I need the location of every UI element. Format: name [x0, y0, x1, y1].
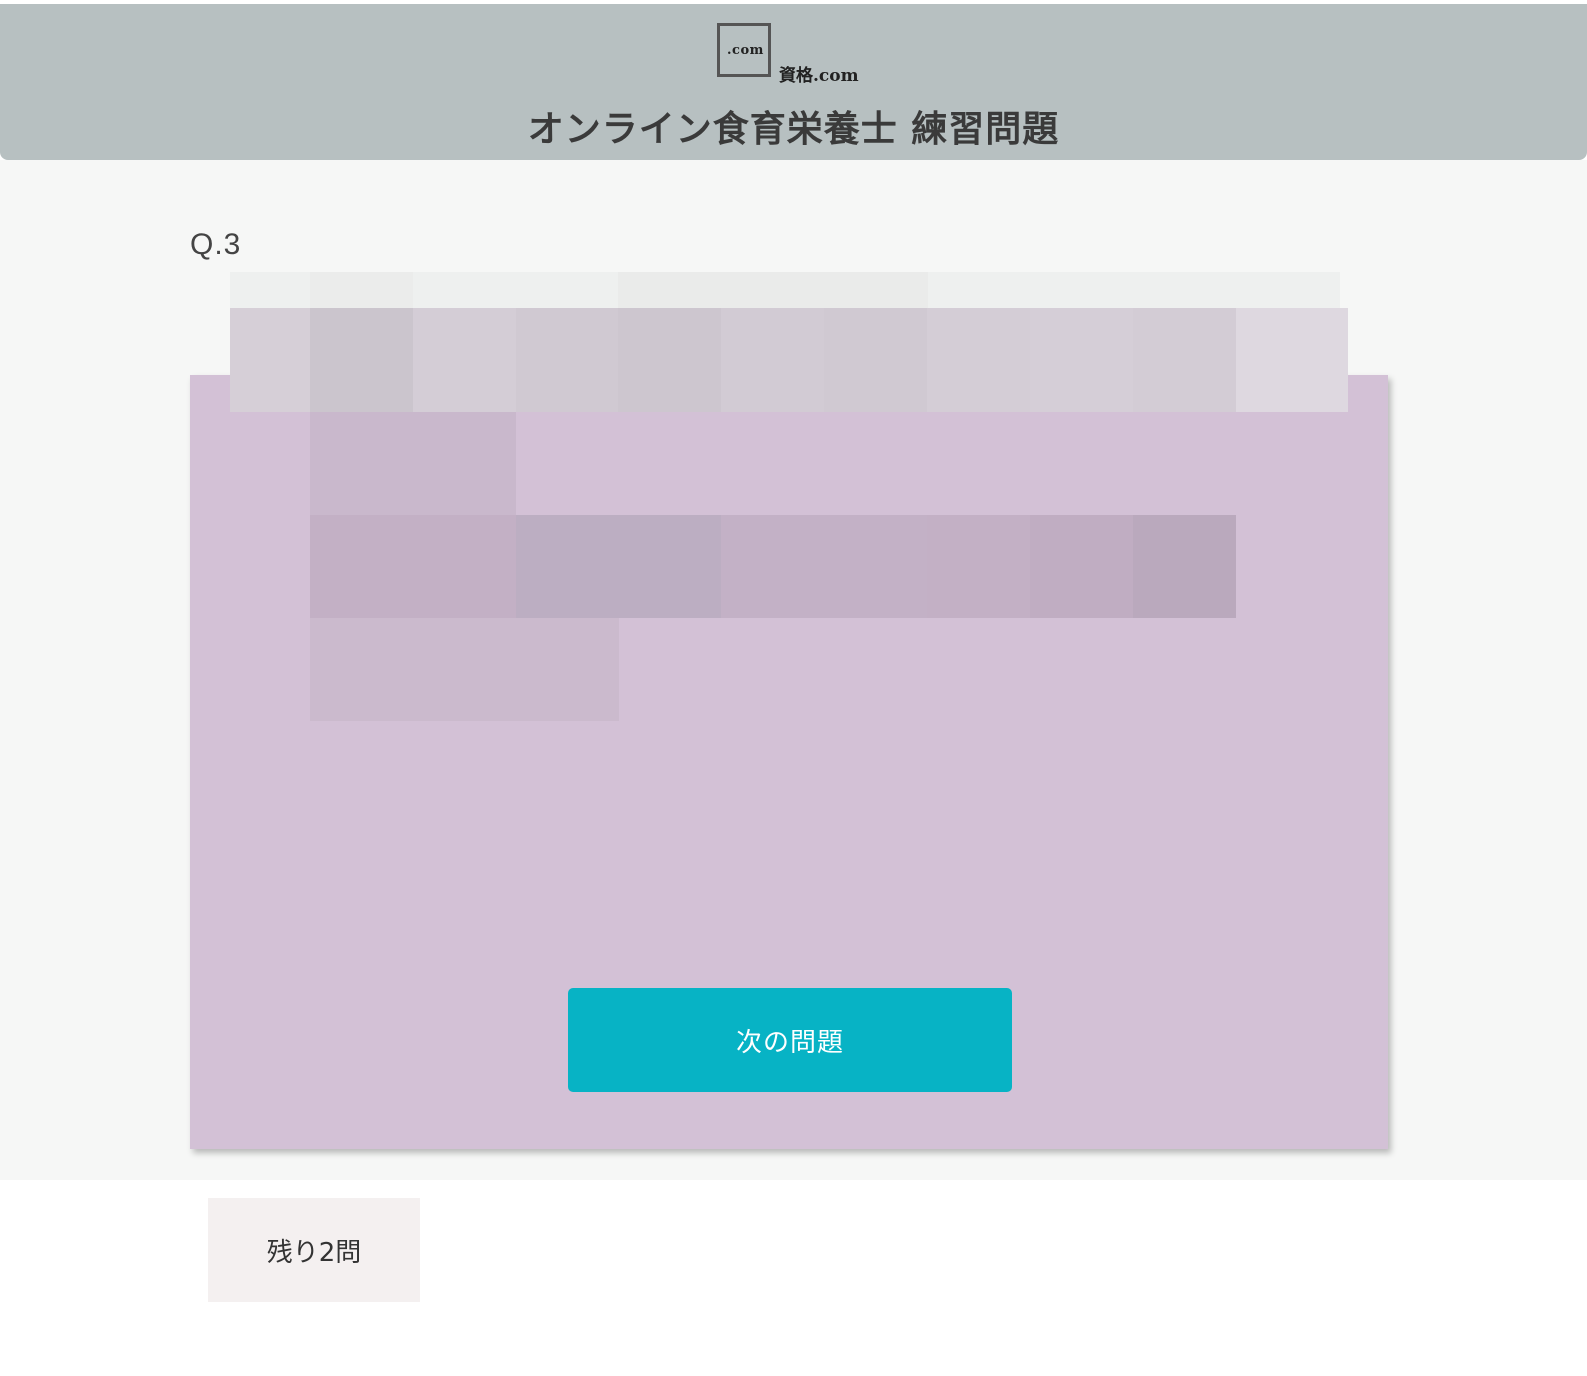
site-header: .com 資格.com オンライン食育栄養士 練習問題	[0, 4, 1587, 160]
mosaic-block	[721, 515, 927, 618]
remaining-count-label: 残り2問	[266, 1237, 362, 1268]
top-border	[0, 0, 1587, 3]
question-number: Q.3	[190, 228, 242, 261]
mosaic-block	[618, 272, 928, 308]
mosaic-block	[310, 412, 516, 515]
mosaic-block	[516, 308, 619, 412]
question-card: 次の問題	[190, 272, 1388, 1149]
mosaic-block	[1133, 515, 1236, 618]
site-logo[interactable]: .com 資格.com	[717, 23, 867, 87]
mosaic-block	[413, 308, 516, 412]
remaining-count-badge: 残り2問	[208, 1198, 420, 1302]
mosaic-block	[721, 308, 824, 412]
mosaic-block	[1030, 308, 1133, 412]
mosaic-block	[310, 618, 619, 721]
mosaic-block	[1030, 515, 1133, 618]
mosaic-block	[1236, 308, 1348, 412]
mosaic-block	[310, 272, 413, 308]
mosaic-block	[516, 515, 721, 618]
page-title: オンライン食育栄養士 練習問題	[527, 109, 1060, 150]
next-question-button[interactable]: 次の問題	[568, 988, 1012, 1092]
mosaic-block	[824, 308, 927, 412]
mosaic-block	[1133, 308, 1236, 412]
mosaic-block	[310, 308, 413, 412]
logo-wordmark: 資格.com	[779, 66, 859, 86]
mosaic-block	[618, 308, 721, 412]
logo-mark-icon: .com	[717, 23, 771, 77]
logo-mark-text: .com	[727, 43, 764, 58]
mosaic-block	[927, 308, 1030, 412]
